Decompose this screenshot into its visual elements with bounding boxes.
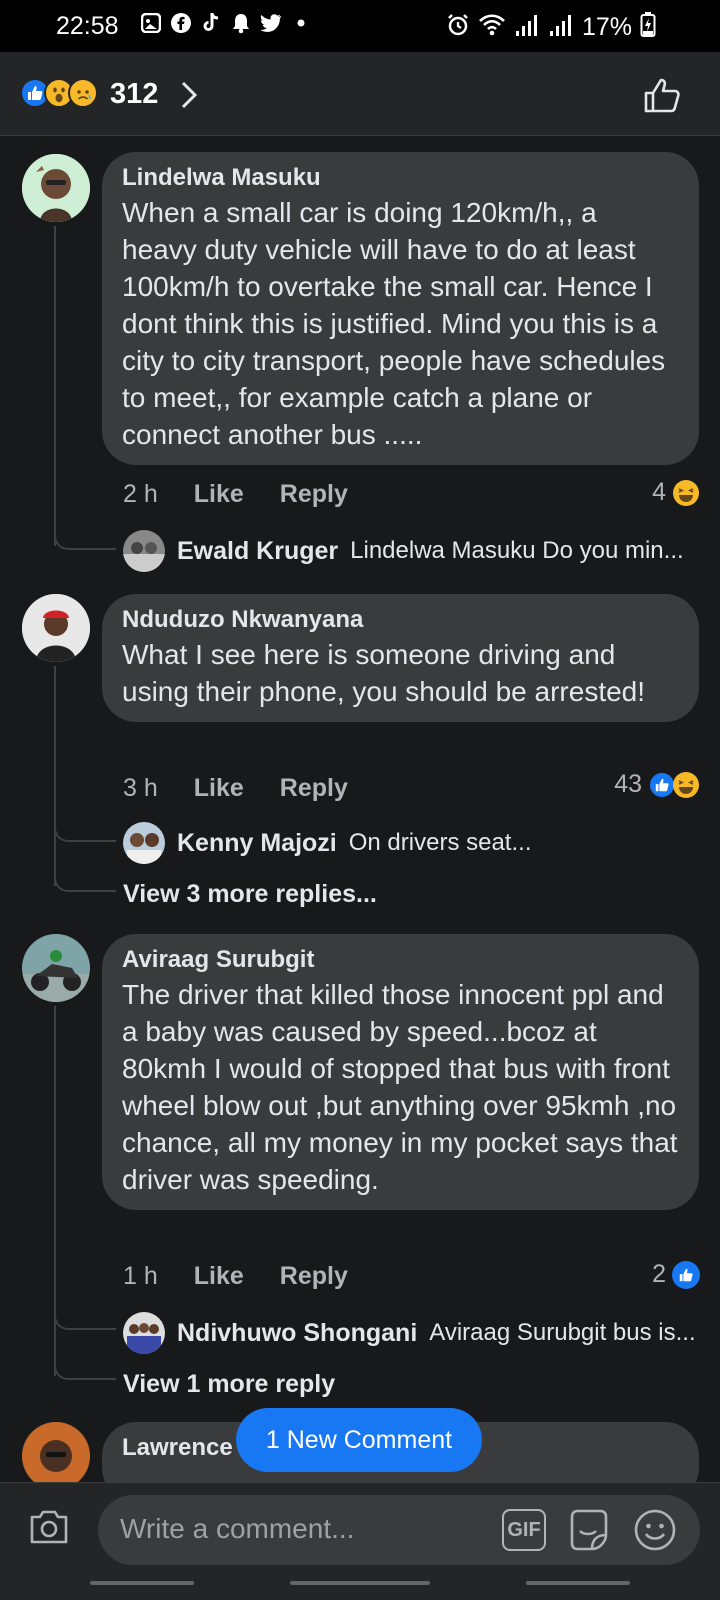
tiktok-icon — [200, 12, 222, 34]
view-more-replies[interactable]: View 1 more reply — [123, 1370, 335, 1399]
reply-button[interactable]: Reply — [280, 774, 348, 803]
more-notifications-dot — [290, 12, 312, 34]
comment-author[interactable]: Nduduzo Nkwanyana — [122, 604, 679, 636]
comment-time: 3 h — [123, 774, 158, 802]
gif-button[interactable]: GIF — [502, 1509, 546, 1551]
reply-button[interactable]: Reply — [280, 480, 348, 509]
gallery-icon — [140, 12, 162, 34]
system-indicators: 17% — [446, 12, 656, 43]
notification-icons — [140, 12, 312, 34]
comment-time: 1 h — [123, 1262, 158, 1290]
avatar — [123, 1312, 165, 1354]
status-bar: 22:58 17% — [0, 0, 720, 52]
thread-connector — [54, 872, 116, 892]
reaction-count[interactable]: 312 — [110, 78, 158, 111]
reply-text: On drivers seat... — [348, 829, 532, 856]
comment-bubble[interactable]: Nduduzo Nkwanyana What I see here is som… — [102, 594, 699, 722]
comment-bubble[interactable]: Lindelwa Masuku When a small car is doin… — [102, 152, 699, 465]
comment-actions: 3 h Like Reply — [123, 774, 348, 803]
reaction-count: 4 — [652, 478, 666, 506]
nav-hint-left[interactable] — [90, 1581, 194, 1585]
reply-text: Lindelwa Masuku Do you min... — [350, 537, 684, 564]
comment-text: The driver that killed those innocent pp… — [122, 979, 678, 1195]
nav-hint-right[interactable] — [526, 1581, 630, 1585]
reply-author[interactable]: Ndivhuwo Shongani — [177, 1319, 417, 1348]
emoji-icon[interactable] — [632, 1507, 678, 1558]
comment-bubble[interactable]: Aviraag Surubgit The driver that killed … — [102, 934, 699, 1210]
reply-button[interactable]: Reply — [280, 1262, 348, 1291]
chevron-right-icon[interactable] — [180, 80, 198, 115]
bell-icon — [230, 12, 252, 34]
thread-connector — [54, 1310, 116, 1330]
reply-preview[interactable]: Ndivhuwo Shongani Aviraag Surubgit bus i… — [123, 1312, 696, 1354]
comments-feed[interactable]: Lindelwa Masuku When a small car is doin… — [0, 136, 720, 1482]
thread-line — [54, 666, 56, 886]
avatar — [123, 822, 165, 864]
avatar[interactable] — [22, 154, 90, 222]
reaction-count: 43 — [614, 770, 642, 798]
twitter-icon — [260, 12, 282, 34]
reply-text: Aviraag Surubgit bus is... — [429, 1319, 696, 1346]
comment-actions: 1 h Like Reply — [123, 1262, 348, 1291]
avatar — [123, 530, 165, 572]
comment-reactions[interactable]: 2 — [652, 1260, 700, 1289]
comment-actions: 2 h Like Reply — [123, 480, 348, 509]
avatar[interactable] — [22, 934, 90, 1002]
reaction-count: 2 — [652, 1260, 666, 1288]
comment-composer: GIF — [0, 1482, 720, 1600]
thread-connector — [54, 822, 116, 842]
comment-text: What I see here is someone driving and u… — [122, 639, 646, 707]
haha-reaction-icon — [672, 771, 700, 799]
comment-input-box[interactable]: GIF — [98, 1495, 700, 1565]
camera-icon[interactable] — [28, 1507, 70, 1552]
haha-reaction-icon — [672, 479, 700, 507]
like-post-button[interactable] — [642, 76, 682, 121]
thread-line — [54, 226, 56, 546]
status-time: 22:58 — [56, 12, 119, 40]
thread-connector — [54, 530, 116, 550]
avatar[interactable] — [22, 1422, 90, 1482]
battery-percent: 17% — [581, 13, 632, 41]
sad-reaction-icon — [68, 78, 98, 108]
comment-text: When a small car is doing 120km/h,, a he… — [122, 197, 666, 450]
like-button[interactable]: Like — [194, 1262, 244, 1291]
reply-author[interactable]: Kenny Majozi — [177, 829, 337, 858]
reactions-header: 312 — [0, 52, 720, 136]
like-button[interactable]: Like — [194, 774, 244, 803]
like-button[interactable]: Like — [194, 480, 244, 509]
thread-connector — [54, 1360, 116, 1380]
reaction-summary[interactable] — [20, 78, 98, 108]
reply-author[interactable]: Ewald Kruger — [177, 537, 338, 566]
signal-icon-2 — [548, 13, 574, 42]
comment-author[interactable]: Aviraag Surubgit — [122, 944, 679, 976]
like-reaction-icon — [672, 1260, 700, 1289]
signal-icon-1 — [514, 13, 540, 42]
battery-charging-icon — [640, 12, 656, 43]
reply-preview[interactable]: Ewald Kruger Lindelwa Masuku Do you min.… — [123, 530, 684, 572]
alarm-icon — [446, 13, 470, 42]
wifi-icon — [478, 13, 506, 42]
view-more-replies[interactable]: View 3 more replies... — [123, 880, 377, 909]
comment-reactions[interactable]: 43 — [614, 770, 700, 799]
comment-reactions[interactable]: 4 — [652, 478, 700, 507]
sticker-icon[interactable] — [566, 1507, 612, 1558]
nav-hint-home[interactable] — [290, 1581, 430, 1585]
facebook-icon — [170, 12, 192, 34]
reply-preview[interactable]: Kenny Majozi On drivers seat... — [123, 822, 531, 864]
new-comment-button[interactable]: 1 New Comment — [236, 1408, 482, 1472]
comment-author[interactable]: Lindelwa Masuku — [122, 162, 679, 194]
avatar[interactable] — [22, 594, 90, 662]
comment-input[interactable] — [120, 1509, 480, 1549]
navigation-bar — [0, 1581, 720, 1589]
comment-time: 2 h — [123, 480, 158, 508]
